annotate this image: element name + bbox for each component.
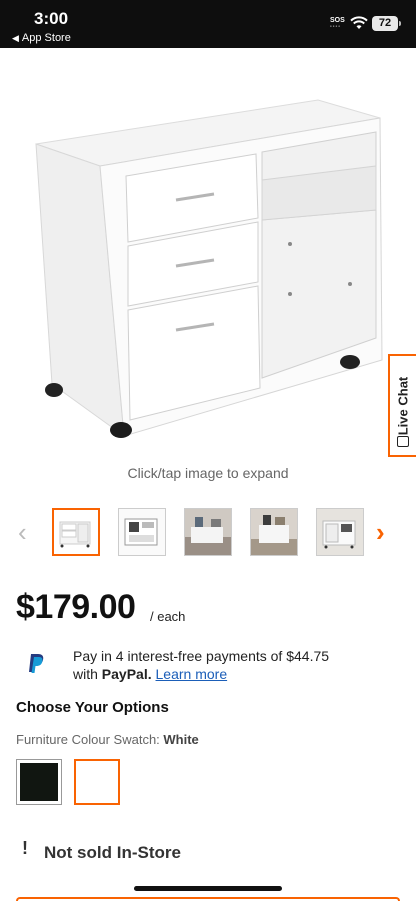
availability-text: Not sold In-Store	[44, 843, 181, 862]
paypal-icon	[26, 653, 46, 680]
expand-image-hint: Click/tap image to expand	[127, 465, 289, 481]
add-to-cart-button-edge[interactable]	[16, 897, 400, 901]
back-app-label: App Store	[21, 32, 71, 44]
battery-indicator: 72	[372, 16, 401, 31]
price-unit: / each	[150, 609, 186, 624]
home-indicator	[134, 886, 282, 891]
live-chat-button[interactable]: Live Chat	[388, 354, 416, 457]
product-price: $179.00	[16, 588, 136, 626]
swatch-label: Furniture Colour Swatch: White	[16, 732, 199, 747]
back-to-app-store[interactable]: ◀ App Store	[12, 32, 71, 44]
wifi-icon	[350, 16, 368, 35]
sos-indicator: SOS ••••	[330, 17, 345, 30]
swatch-white[interactable]	[74, 759, 120, 805]
chevron-left-icon[interactable]: ‹	[18, 519, 27, 545]
paypal-installments-text: Pay in 4 interest-free payments of $44.7…	[73, 648, 330, 664]
thumbnail-5[interactable]	[316, 508, 364, 556]
status-time: 3:00	[34, 9, 69, 28]
learn-more-link[interactable]: Learn more	[156, 666, 228, 682]
thumbnail-4[interactable]	[250, 508, 298, 556]
paypal-brand: PayPal.	[101, 666, 152, 682]
back-arrow-icon: ◀	[12, 33, 19, 43]
options-title: Choose Your Options	[16, 699, 169, 716]
thumbnail-2[interactable]	[118, 508, 166, 556]
status-bar: 3:00 ◀ App Store SOS •••• 72	[0, 0, 416, 48]
selected-swatch-value: White	[163, 732, 199, 747]
thumbnail-1[interactable]	[52, 508, 100, 556]
swatch-black[interactable]	[16, 759, 62, 805]
live-chat-label: Live Chat	[395, 376, 411, 435]
thumbnail-carousel: ‹ ›	[0, 506, 416, 558]
product-image[interactable]	[0, 48, 416, 458]
thumbnail-3[interactable]	[184, 508, 232, 556]
exclamation-icon: !	[22, 838, 28, 858]
paypal-line2: with PayPal. Learn more	[73, 666, 228, 682]
chat-bubble-icon	[397, 436, 409, 447]
chevron-right-icon[interactable]: ›	[376, 519, 385, 545]
